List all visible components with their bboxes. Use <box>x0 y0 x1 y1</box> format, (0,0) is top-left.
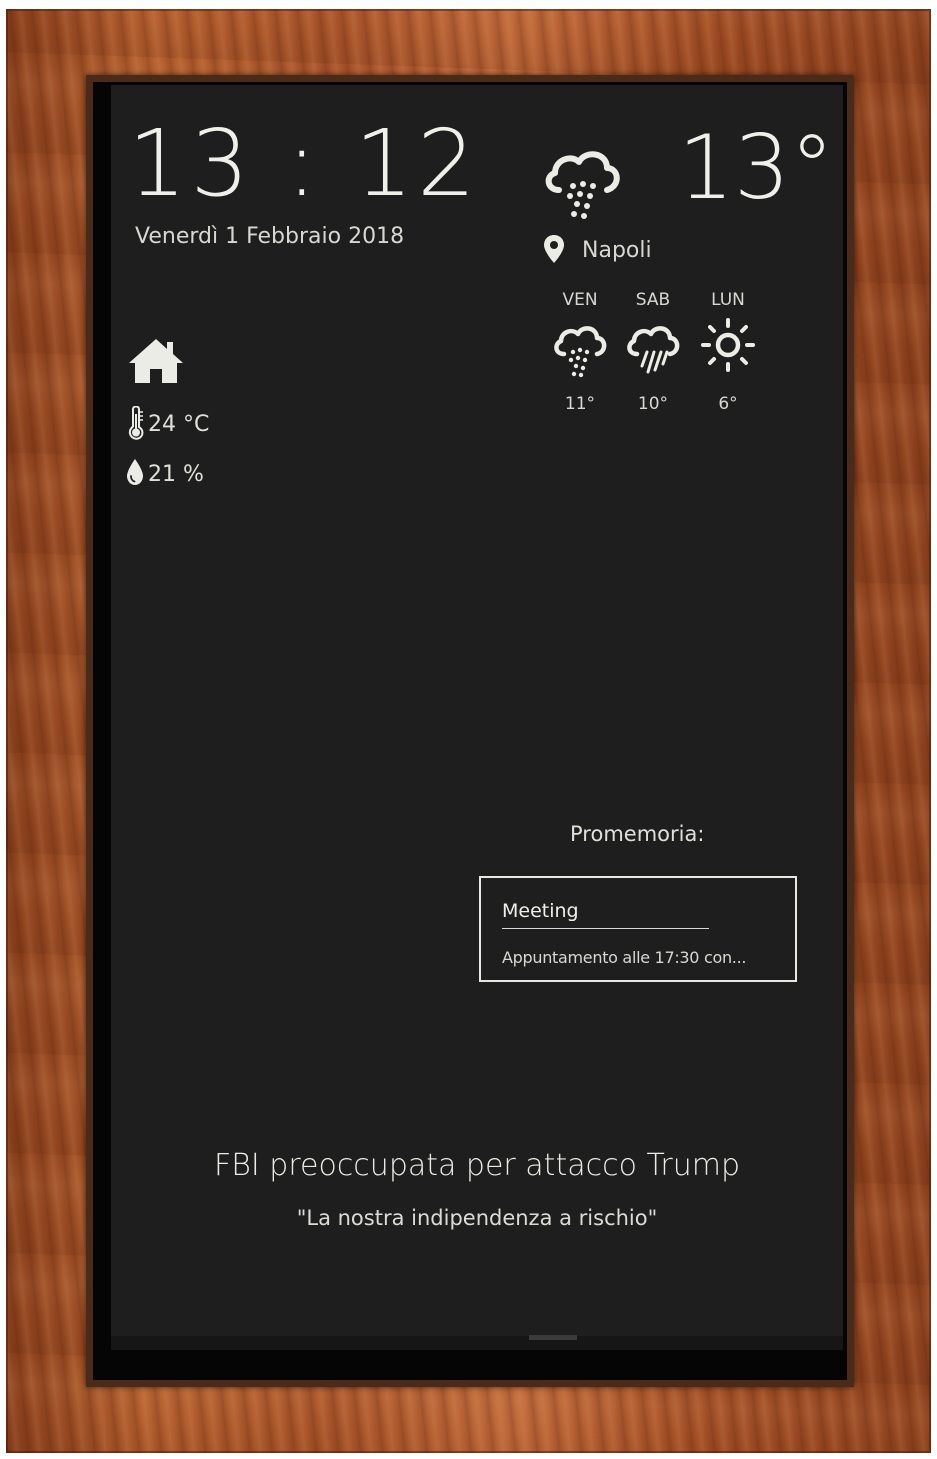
forecast-day: LUN <box>711 290 745 310</box>
divider <box>502 928 709 929</box>
reminder-name: Meeting <box>502 900 579 922</box>
reminder-description: Appuntamento alle 17:30 con... <box>502 948 747 967</box>
indoor-humidity: 21 % <box>148 462 204 487</box>
water-drop-icon <box>126 458 144 490</box>
location-pin-icon <box>543 234 565 268</box>
heavy-rain-cloud-icon <box>624 322 682 384</box>
indoor-temperature: 24 °C <box>148 412 210 437</box>
sensor-bar <box>529 1335 577 1340</box>
current-temperature: 13° <box>678 116 834 219</box>
city-name: Napoli <box>582 238 652 263</box>
screen-bottom-edge <box>111 1336 843 1350</box>
clock-time: 13 : 12 <box>128 110 480 217</box>
sun-icon <box>699 316 757 378</box>
news-headline: FBI preoccupata per attacco Trump <box>214 1148 740 1183</box>
home-icon <box>126 336 186 390</box>
forecast-day: SAB <box>635 290 671 310</box>
rain-cloud-icon <box>551 322 609 384</box>
reminders-title: Promemoria: <box>570 822 705 846</box>
news-subheadline: "La nostra indipendenza a rischio" <box>296 1206 658 1230</box>
thermometer-icon <box>126 405 146 444</box>
rain-cloud-icon <box>541 146 623 226</box>
forecast-day: VEN <box>562 290 598 310</box>
reminder-card[interactable]: Meeting Appuntamento alle 17:30 con... <box>479 876 797 982</box>
clock-date: Venerdì 1 Febbraio 2018 <box>135 224 405 249</box>
forecast-temp: 11° <box>564 394 596 414</box>
forecast-temp: 6° <box>718 394 738 414</box>
forecast-temp: 10° <box>637 394 669 414</box>
